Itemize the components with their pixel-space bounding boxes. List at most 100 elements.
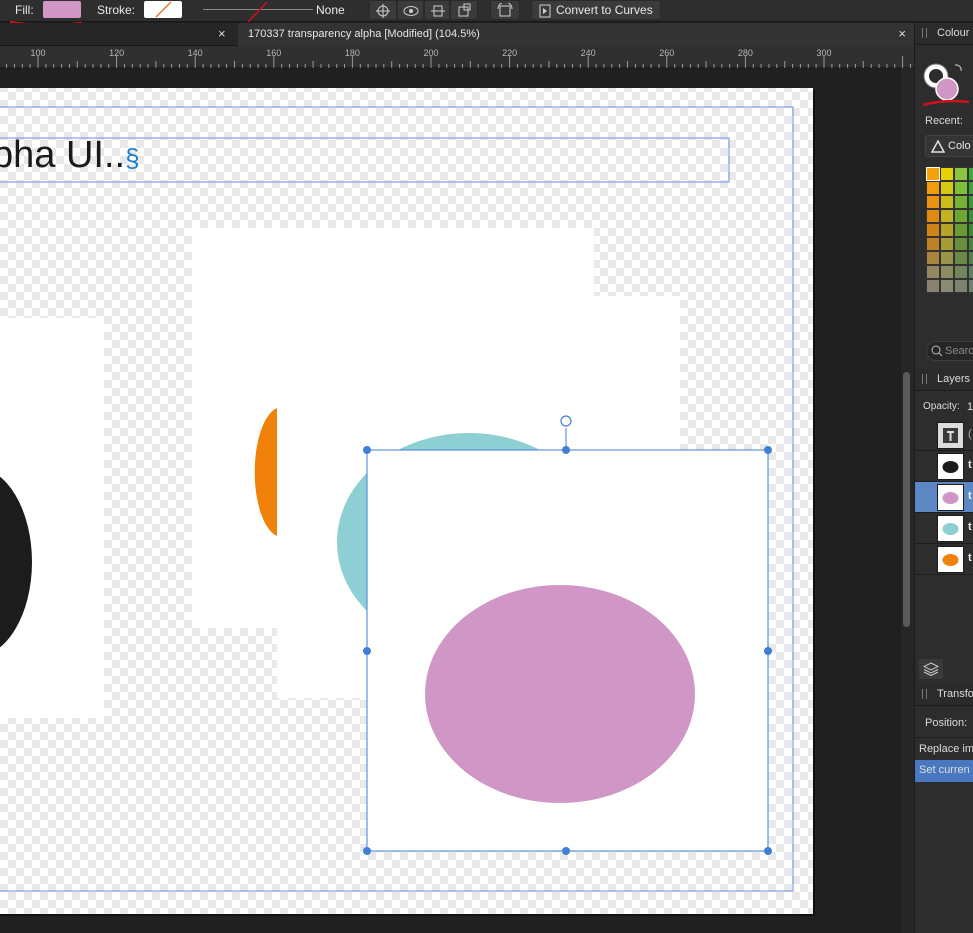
colour-swatch[interactable] xyxy=(954,237,968,251)
ruler-tick-label: 180 xyxy=(345,48,360,58)
fill-swatch[interactable] xyxy=(43,1,81,18)
layer-name: ( xyxy=(968,428,972,440)
scroll-thumb[interactable] xyxy=(903,372,910,627)
horizontal-ruler[interactable]: 100 120 140 160 180 200 220 240 260 280 300 xyxy=(0,46,914,68)
colour-swatch[interactable] xyxy=(954,181,968,195)
colour-swatch[interactable] xyxy=(968,195,973,209)
colour-swatch[interactable] xyxy=(968,181,973,195)
colour-swatch[interactable] xyxy=(968,279,973,293)
snapping-button[interactable] xyxy=(369,0,397,20)
colour-swatch[interactable] xyxy=(940,195,954,209)
colour-mode-dropdown[interactable]: Colo xyxy=(925,135,973,157)
convert-label: Convert to Curves xyxy=(556,3,653,17)
layers-panel-title: Layers xyxy=(937,373,971,385)
tab-document[interactable]: 170337 transparency alpha [Modified] (10… xyxy=(238,23,914,46)
colour-panel-header[interactable]: Colour xyxy=(915,23,973,45)
rotate-icon xyxy=(497,3,513,17)
layer-thumbnail xyxy=(937,484,964,511)
colour-swatch[interactable] xyxy=(926,265,940,279)
no-stroke-icon xyxy=(155,1,172,18)
history-item-replace[interactable]: Replace im xyxy=(919,743,973,755)
colour-swatch[interactable] xyxy=(968,223,973,237)
colour-swatch[interactable] xyxy=(940,223,954,237)
ruler-tick-label: 120 xyxy=(109,48,124,58)
colour-swatch[interactable] xyxy=(926,181,940,195)
colour-swatch[interactable] xyxy=(940,265,954,279)
rotation-handle xyxy=(560,415,572,427)
colour-swatch[interactable] xyxy=(968,265,973,279)
colour-swatch[interactable] xyxy=(968,167,973,181)
document-text[interactable]: pha UI..§ xyxy=(0,134,140,177)
studio-panel: Colour Recent: Colo Search Layers Opacit… xyxy=(914,23,973,933)
layer-name: t xyxy=(968,459,972,471)
section-mark: § xyxy=(125,143,140,173)
recent-label: Recent: xyxy=(925,115,963,127)
ruler-tick-label: 260 xyxy=(659,48,674,58)
ruler-tick-label: 240 xyxy=(581,48,596,58)
stroke-style-value[interactable]: None xyxy=(316,3,345,17)
colour-swatch[interactable] xyxy=(968,251,973,265)
ruler-tick-label: 200 xyxy=(423,48,438,58)
colour-swatch[interactable] xyxy=(926,209,940,223)
document-tab-bar: × 170337 transparency alpha [Modified] (… xyxy=(0,23,914,46)
colour-swatch[interactable] xyxy=(940,279,954,293)
colour-swatch[interactable] xyxy=(968,237,973,251)
convert-to-curves-button[interactable]: Convert to Curves xyxy=(531,0,661,20)
colour-swatch[interactable] xyxy=(954,195,968,209)
colour-swatch[interactable] xyxy=(940,209,954,223)
colour-swatch[interactable] xyxy=(954,251,968,265)
colour-swatch[interactable] xyxy=(926,167,940,181)
crosshair-icon xyxy=(376,4,390,18)
layers-panel-header[interactable]: Layers xyxy=(915,369,973,391)
layer-row-orange[interactable]: t xyxy=(915,544,973,575)
colour-swatch[interactable] xyxy=(926,279,940,293)
layer-row-black[interactable]: t xyxy=(915,451,973,482)
colour-swatch[interactable] xyxy=(954,209,968,223)
eye-icon xyxy=(403,6,419,16)
colour-swatch[interactable] xyxy=(940,167,954,181)
bounding-box-icon xyxy=(458,3,471,17)
tab-close-icon[interactable]: × xyxy=(898,26,906,41)
opacity-value[interactable]: 1 xyxy=(967,401,973,413)
transform-panel-header[interactable]: Transfo xyxy=(915,684,973,706)
curves-icon xyxy=(539,4,551,18)
transform-origin-button[interactable] xyxy=(450,0,478,20)
colour-swatch[interactable] xyxy=(954,223,968,237)
colour-swatch[interactable] xyxy=(926,195,940,209)
align-button[interactable] xyxy=(424,0,450,20)
colour-swatch[interactable] xyxy=(940,181,954,195)
canvas[interactable] xyxy=(0,68,901,933)
ruler-tick-label: 160 xyxy=(266,48,281,58)
align-icon xyxy=(431,5,445,17)
layer-thumbnail xyxy=(937,546,964,573)
swatch-search-input[interactable]: Search xyxy=(926,341,973,361)
rotate-button[interactable] xyxy=(490,0,520,20)
previous-tab-close-icon[interactable]: × xyxy=(218,26,226,41)
colour-mode-label: Colo xyxy=(948,140,971,152)
layer-row-teal[interactable]: t xyxy=(915,513,973,544)
layers-stack-button[interactable] xyxy=(919,659,943,679)
stroke-swatch[interactable] xyxy=(144,1,182,18)
colour-swatch[interactable] xyxy=(954,167,968,181)
colour-swatch[interactable] xyxy=(954,279,968,293)
view-button[interactable] xyxy=(397,0,424,20)
layer-thumbnail xyxy=(937,453,964,480)
swatch-grid[interactable] xyxy=(926,167,973,293)
ruler-tick-label: 100 xyxy=(30,48,45,58)
layer-row-text[interactable]: ( xyxy=(915,420,973,451)
colour-swatch[interactable] xyxy=(926,251,940,265)
vertical-scrollbar[interactable] xyxy=(901,68,914,933)
colour-swatch[interactable] xyxy=(926,237,940,251)
layer-name: t xyxy=(968,521,972,533)
fill-stroke-selector-icon[interactable] xyxy=(921,59,971,109)
colour-swatch[interactable] xyxy=(940,237,954,251)
fill-label: Fill: xyxy=(15,3,34,17)
history-item-set-current[interactable]: Set curren xyxy=(915,760,973,782)
colour-swatch[interactable] xyxy=(940,251,954,265)
triangle-icon xyxy=(931,140,945,153)
layer-row-pink[interactable]: t xyxy=(915,482,973,513)
ruler-tick-label: 220 xyxy=(502,48,517,58)
colour-swatch[interactable] xyxy=(954,265,968,279)
colour-swatch[interactable] xyxy=(926,223,940,237)
colour-swatch[interactable] xyxy=(968,209,973,223)
